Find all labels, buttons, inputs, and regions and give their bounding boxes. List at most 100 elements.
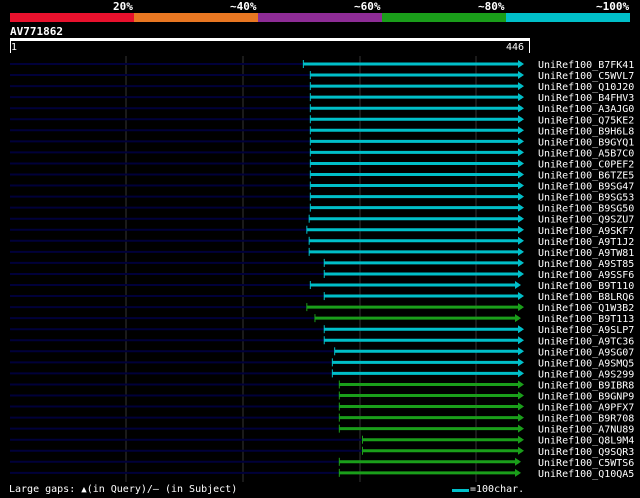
hit-row[interactable]: UniRef100_C5WTS6 xyxy=(10,457,634,469)
arrowhead-icon xyxy=(518,369,524,378)
hit-label[interactable]: UniRef100_Q75KE2 xyxy=(538,115,634,126)
arrowhead-icon xyxy=(518,148,524,157)
hit-row[interactable]: UniRef100_Q9SZU7 xyxy=(10,214,634,226)
hit-label[interactable]: UniRef100_A9SKF7 xyxy=(538,226,634,237)
hit-row[interactable]: UniRef100_B9IBR8 xyxy=(10,380,634,391)
hit-row[interactable]: UniRef100_Q8L9M4 xyxy=(10,435,634,447)
hit-label[interactable]: UniRef100_B9T110 xyxy=(538,281,634,292)
hit-row[interactable]: UniRef100_A9TC36 xyxy=(10,336,634,347)
hit-row[interactable]: UniRef100_A9ST85 xyxy=(10,258,634,270)
hit-row[interactable]: UniRef100_C0PEF2 xyxy=(10,159,634,170)
hit-row[interactable]: UniRef100_A9TW81 xyxy=(10,247,634,259)
hit-row[interactable]: UniRef100_A9SLP7 xyxy=(10,325,634,336)
hit-label[interactable]: UniRef100_B7FK41 xyxy=(538,60,634,71)
hit-row[interactable]: UniRef100_Q10QA5 xyxy=(10,468,634,480)
hit-row[interactable]: UniRef100_A9SKF7 xyxy=(10,225,634,237)
hit-row[interactable]: UniRef100_B8LRQ6 xyxy=(10,292,634,303)
scale-swatch xyxy=(452,489,469,492)
hit-label[interactable]: UniRef100_B9R708 xyxy=(538,414,634,425)
hit-label[interactable]: UniRef100_A9SMQ5 xyxy=(538,358,634,369)
hit-label[interactable]: UniRef100_A9SLP7 xyxy=(538,325,634,336)
hit-row[interactable]: UniRef100_Q10J20 xyxy=(10,82,634,93)
hit-row[interactable]: UniRef100_A9SMQ5 xyxy=(10,358,634,369)
hit-row[interactable]: UniRef100_A5B7C0 xyxy=(10,148,634,159)
hit-label[interactable]: UniRef100_A9PFX7 xyxy=(538,403,634,414)
hit-label[interactable]: UniRef100_Q1W3B2 xyxy=(538,303,634,314)
footer-gap-legend: Large gaps: ▲(in Query)/— (in Subject) xyxy=(9,484,237,495)
arrowhead-icon xyxy=(518,435,524,444)
arrowhead-icon xyxy=(515,468,521,477)
arrowhead-icon xyxy=(518,203,524,212)
hit-row[interactable]: UniRef100_B9GYQ1 xyxy=(10,137,634,148)
hit-label[interactable]: UniRef100_A3AJG0 xyxy=(538,104,634,115)
subject-gap-text: (in Subject) xyxy=(158,484,238,495)
hit-row[interactable]: UniRef100_B7FK41 xyxy=(10,60,634,71)
arrowhead-icon xyxy=(518,424,524,433)
hit-row[interactable]: UniRef100_B9T110 xyxy=(10,281,634,292)
arrowhead-icon xyxy=(518,258,524,267)
hit-label[interactable]: UniRef100_A9SSF6 xyxy=(538,270,634,281)
hit-row[interactable]: UniRef100_A9PFX7 xyxy=(10,402,634,414)
hit-label[interactable]: UniRef100_A5B7C0 xyxy=(538,148,634,159)
hit-label[interactable]: UniRef100_B9SG53 xyxy=(538,193,634,204)
hit-row[interactable]: UniRef100_Q75KE2 xyxy=(10,115,634,126)
arrowhead-icon xyxy=(518,214,524,223)
arrowhead-icon xyxy=(518,225,524,234)
hit-row[interactable]: UniRef100_B9H6L8 xyxy=(10,126,634,137)
hit-row[interactable]: UniRef100_C5WVL7 xyxy=(10,71,634,82)
hit-label[interactable]: UniRef100_B6TZE5 xyxy=(538,171,634,182)
hit-row[interactable]: UniRef100_B9R708 xyxy=(10,413,634,425)
hit-row[interactable]: UniRef100_A7NU89 xyxy=(10,424,634,436)
hit-row[interactable]: UniRef100_A9SSF6 xyxy=(10,269,634,281)
hit-row[interactable]: UniRef100_B9T113 xyxy=(10,314,634,325)
arrowhead-icon xyxy=(518,93,524,102)
hit-row[interactable]: UniRef100_A9S299 xyxy=(10,369,634,380)
arrowhead-icon xyxy=(518,303,524,312)
hit-label[interactable]: UniRef100_B9T113 xyxy=(538,314,634,325)
hit-label[interactable]: UniRef100_Q9SQR3 xyxy=(538,447,634,458)
hit-label[interactable]: UniRef100_B9GNP9 xyxy=(538,392,634,403)
hit-label[interactable]: UniRef100_A9SG07 xyxy=(538,347,634,358)
hit-label[interactable]: UniRef100_A9TC36 xyxy=(538,336,634,347)
hit-label[interactable]: UniRef100_A9ST85 xyxy=(538,259,634,270)
hit-label[interactable]: UniRef100_B4FHV3 xyxy=(538,93,634,104)
hit-label[interactable]: UniRef100_C0PEF2 xyxy=(538,159,634,170)
hit-row[interactable]: UniRef100_B4FHV3 xyxy=(10,93,634,104)
arrowhead-icon xyxy=(518,236,524,245)
hit-label[interactable]: UniRef100_Q9SZU7 xyxy=(538,215,634,226)
hit-label[interactable]: UniRef100_B9GYQ1 xyxy=(538,137,634,148)
arrowhead-icon xyxy=(515,314,521,323)
hit-label[interactable]: UniRef100_B9SG50 xyxy=(538,204,634,215)
hit-row[interactable]: UniRef100_B9SG50 xyxy=(10,203,634,215)
arrowhead-icon xyxy=(518,60,524,68)
hit-label[interactable]: UniRef100_Q10QA5 xyxy=(538,469,634,480)
hit-row[interactable]: UniRef100_B9SG53 xyxy=(10,192,634,204)
arrowhead-icon xyxy=(518,137,524,146)
hit-row[interactable]: UniRef100_Q1W3B2 xyxy=(10,303,634,314)
hit-label[interactable]: UniRef100_C5WVL7 xyxy=(538,71,634,82)
hit-row[interactable]: UniRef100_B6TZE5 xyxy=(10,170,634,182)
arrowhead-icon xyxy=(518,446,524,455)
arrowhead-icon xyxy=(518,247,524,256)
hit-row[interactable]: UniRef100_A9T1J2 xyxy=(10,236,634,248)
hit-label[interactable]: UniRef100_B8LRQ6 xyxy=(538,292,634,303)
hit-row[interactable]: UniRef100_B9SG47 xyxy=(10,181,634,193)
hit-row[interactable]: UniRef100_A3AJG0 xyxy=(10,104,634,115)
arrowhead-icon xyxy=(518,71,524,80)
hit-label[interactable]: UniRef100_B9H6L8 xyxy=(538,126,634,137)
hit-row[interactable]: UniRef100_A9SG07 xyxy=(10,347,634,358)
hit-label[interactable]: UniRef100_B9IBR8 xyxy=(538,380,634,391)
hit-label[interactable]: UniRef100_Q8L9M4 xyxy=(538,436,634,447)
hit-label[interactable]: UniRef100_A7NU89 xyxy=(538,425,634,436)
hit-label[interactable]: UniRef100_B9SG47 xyxy=(538,182,634,193)
arrowhead-icon xyxy=(518,192,524,201)
arrowhead-icon xyxy=(515,281,521,289)
hit-label[interactable]: UniRef100_Q10J20 xyxy=(538,82,634,93)
hit-label[interactable]: UniRef100_C5WTS6 xyxy=(538,458,634,469)
hit-label[interactable]: UniRef100_A9S299 xyxy=(538,369,634,380)
arrowhead-icon xyxy=(518,292,524,301)
hit-row[interactable]: UniRef100_B9GNP9 xyxy=(10,391,634,403)
hit-row[interactable]: UniRef100_Q9SQR3 xyxy=(10,446,634,458)
hit-label[interactable]: UniRef100_A9T1J2 xyxy=(538,237,634,248)
hit-label[interactable]: UniRef100_A9TW81 xyxy=(538,248,634,259)
